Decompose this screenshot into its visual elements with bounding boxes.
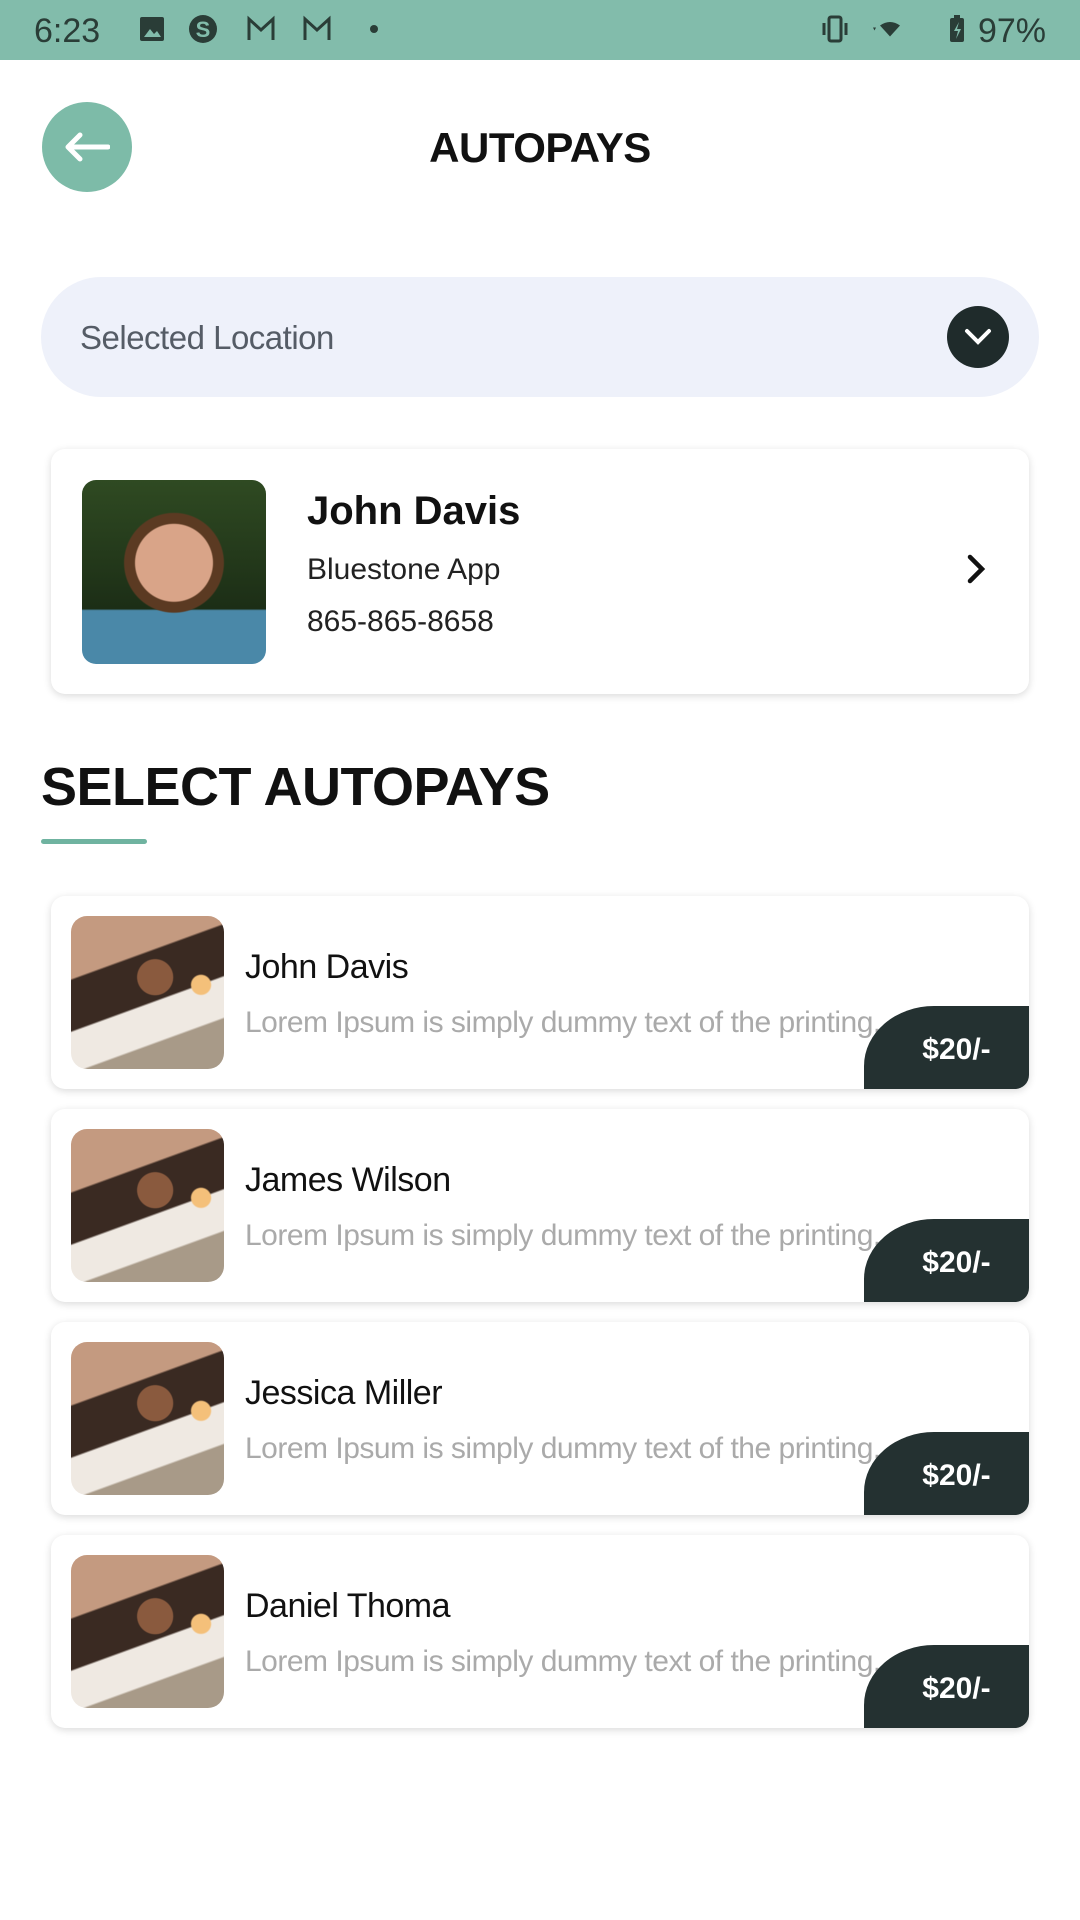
item-desc: Lorem Ipsum is simply dummy text of the … bbox=[245, 1219, 897, 1252]
location-dropdown[interactable]: Selected Location bbox=[41, 277, 1039, 397]
gmail-icon bbox=[303, 15, 331, 40]
item-desc: Lorem Ipsum is simply dummy text of the … bbox=[245, 1006, 897, 1039]
chevron-right-icon[interactable] bbox=[965, 551, 989, 587]
skype-icon: S bbox=[189, 15, 217, 43]
service-image bbox=[71, 1342, 224, 1495]
profile-avatar bbox=[82, 480, 266, 664]
section-underline bbox=[41, 839, 147, 844]
image-icon bbox=[140, 17, 164, 41]
autopay-item[interactable]: Daniel Thoma Lorem Ipsum is simply dummy… bbox=[51, 1535, 1029, 1728]
autopay-item[interactable]: James Wilson Lorem Ipsum is simply dummy… bbox=[51, 1109, 1029, 1302]
location-label: Selected Location bbox=[80, 319, 334, 356]
service-image bbox=[71, 1555, 224, 1708]
svg-text:S: S bbox=[196, 17, 211, 42]
item-desc: Lorem Ipsum is simply dummy text of the … bbox=[245, 1432, 897, 1465]
item-desc: Lorem Ipsum is simply dummy text of the … bbox=[245, 1645, 897, 1678]
section-title: SELECT AUTOPAYS bbox=[41, 757, 550, 817]
profile-card[interactable]: John Davis Bluestone App 865-865-8658 bbox=[51, 449, 1029, 694]
profile-app: Bluestone App bbox=[307, 553, 501, 586]
battery-percent: 97% bbox=[977, 12, 1046, 50]
dot-icon bbox=[370, 25, 378, 33]
profile-name: John Davis bbox=[307, 489, 521, 533]
item-name: John Davis bbox=[245, 948, 409, 986]
item-name: James Wilson bbox=[245, 1161, 451, 1199]
chevron-down-icon[interactable] bbox=[947, 306, 1009, 368]
page-title: AUTOPAYS bbox=[429, 124, 651, 171]
item-name: Jessica Miller bbox=[245, 1374, 443, 1412]
autopay-item[interactable]: Jessica Miller Lorem Ipsum is simply dum… bbox=[51, 1322, 1029, 1515]
status-time: 6:23 bbox=[34, 12, 101, 50]
battery-charging-icon bbox=[950, 15, 964, 42]
service-image bbox=[71, 916, 224, 1069]
gmail-icon bbox=[247, 15, 275, 40]
profile-phone: 865-865-8658 bbox=[307, 605, 494, 638]
item-name: Daniel Thoma bbox=[245, 1587, 451, 1625]
status-bar: 6:23 S 97% bbox=[0, 0, 1080, 60]
vibrate-icon bbox=[822, 15, 848, 43]
service-image bbox=[71, 1129, 224, 1282]
autopay-item[interactable]: John Davis Lorem Ipsum is simply dummy t… bbox=[51, 896, 1029, 1089]
wifi-icon bbox=[873, 22, 900, 37]
